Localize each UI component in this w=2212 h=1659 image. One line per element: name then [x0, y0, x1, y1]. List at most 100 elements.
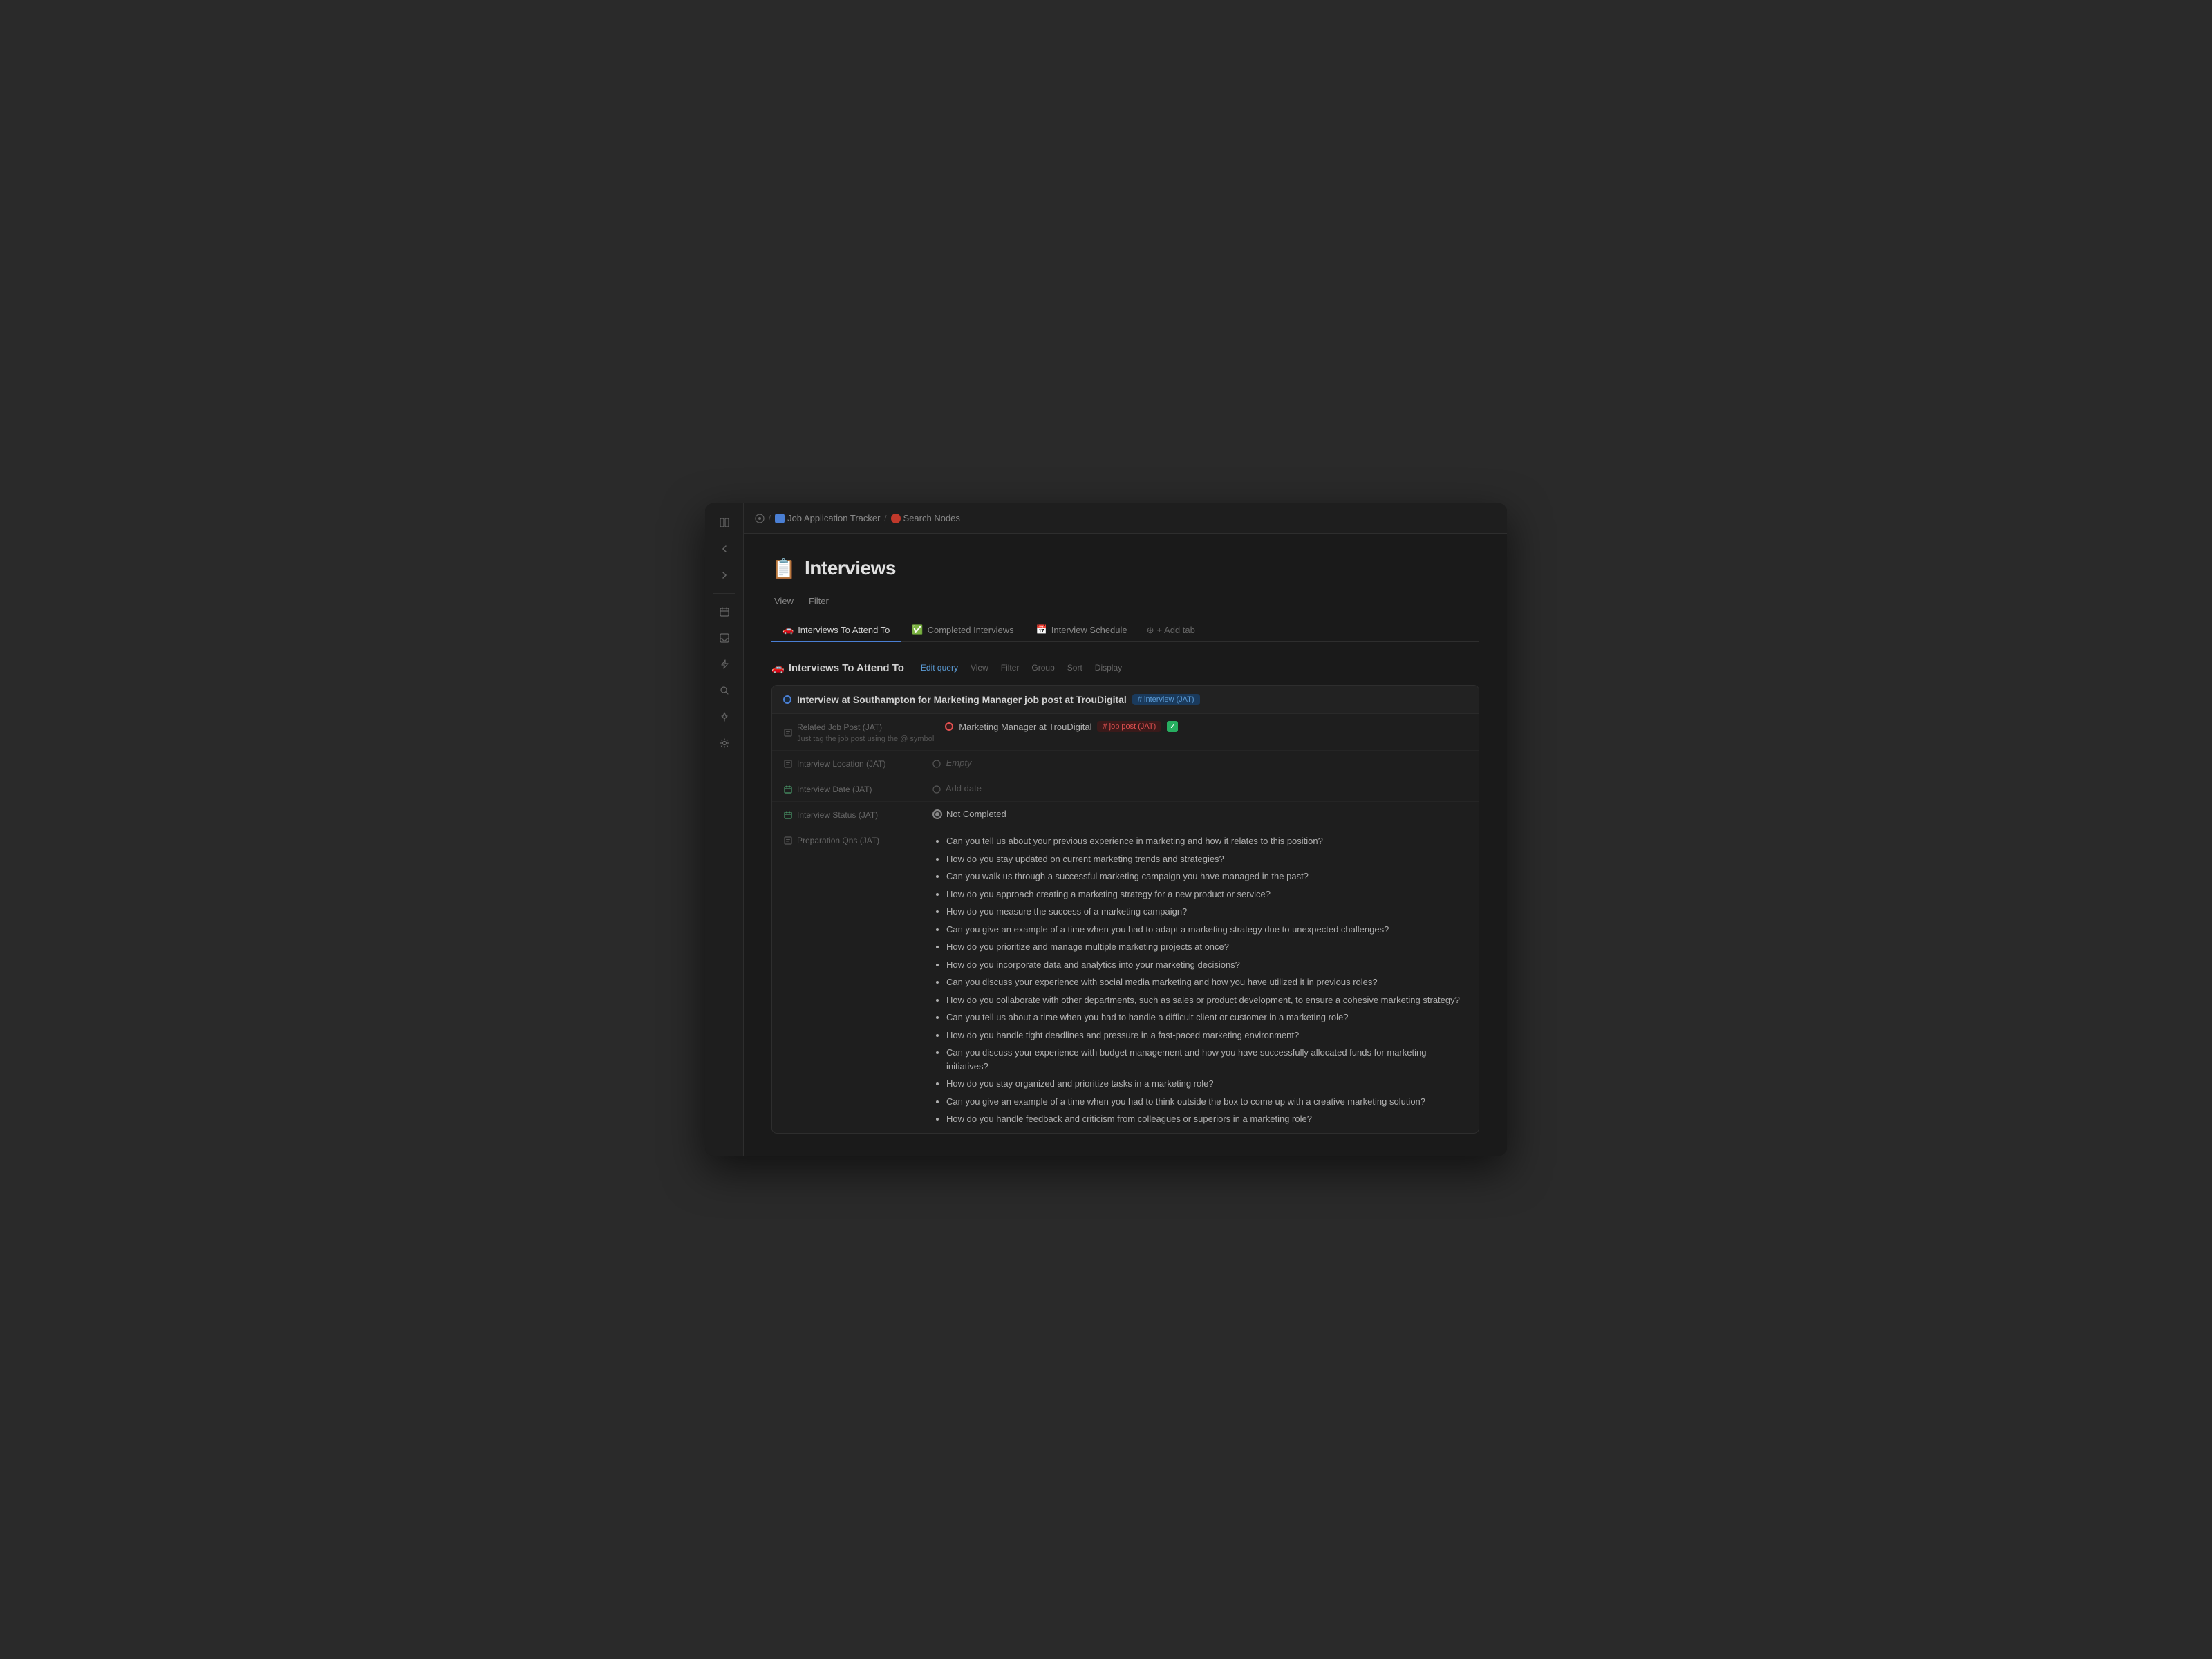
question-12: How do you handle tight deadlines and pr… [946, 1029, 1468, 1042]
property-interview-date: Interview Date (JAT) Add date [772, 776, 1479, 802]
interview-date-add: Add date [932, 783, 982, 794]
filter-button[interactable]: Filter [806, 594, 832, 608]
not-completed-circle-inner [935, 812, 939, 816]
question-6: Can you give an example of a time when y… [946, 923, 1468, 937]
preparation-qns-label: Preparation Qns (JAT) [783, 834, 921, 845]
breadcrumb-tracker-label: Job Application Tracker [787, 513, 880, 523]
interview-location-value[interactable]: Empty [932, 758, 1468, 768]
page-icon: 📋 [771, 556, 796, 581]
filter-action-button[interactable]: Filter [997, 662, 1024, 674]
property-icon-prep [783, 836, 793, 845]
breadcrumb-tracker[interactable]: Job Application Tracker [775, 513, 880, 523]
interview-status-label: Interview Status (JAT) [783, 809, 921, 820]
breadcrumb-nodes[interactable]: Search Nodes [891, 513, 960, 523]
breadcrumb-home[interactable] [755, 514, 765, 523]
property-preparation-qns: Preparation Qns (JAT) Can you tell us ab… [772, 827, 1479, 1133]
tab-icon-attend: 🚗 [782, 624, 794, 635]
question-4: How do you approach creating a marketing… [946, 888, 1468, 901]
interview-location-empty: Empty [932, 758, 971, 768]
related-job-post-label-text: Related Job Post (JAT) [797, 722, 934, 732]
question-3: Can you walk us through a successful mar… [946, 870, 1468, 883]
tab-add-button[interactable]: ⊕ + Add tab [1138, 619, 1203, 641]
sort-action-button[interactable]: Sort [1063, 662, 1087, 674]
pin-icon[interactable] [713, 706, 735, 728]
tab-completed-interviews[interactable]: ✅ Completed Interviews [901, 619, 1024, 642]
search-icon[interactable] [713, 679, 735, 702]
page-header: 📋 Interviews [771, 556, 1479, 581]
tab-interview-schedule[interactable]: 📅 Interview Schedule [1025, 619, 1138, 642]
property-icon-location [783, 759, 793, 769]
group-action-button[interactable]: Group [1027, 662, 1058, 674]
question-5: How do you measure the success of a mark… [946, 905, 1468, 919]
add-tab-label: + Add tab [1157, 625, 1195, 635]
property-interview-location: Interview Location (JAT) Empty [772, 751, 1479, 776]
add-tab-icon: ⊕ [1147, 625, 1154, 636]
job-status-dot [945, 722, 953, 731]
view-action-button[interactable]: View [966, 662, 993, 674]
breadcrumb-sep-1: / [769, 514, 771, 523]
not-completed-circle [932, 809, 942, 819]
question-8: How do you incorporate data and analytic… [946, 958, 1468, 972]
question-15: Can you give an example of a time when y… [946, 1095, 1468, 1109]
question-7: How do you prioritize and manage multipl… [946, 940, 1468, 954]
interview-date-value[interactable]: Add date [932, 783, 1468, 794]
related-job-post-content: Marketing Manager at TrouDigital # job p… [945, 721, 1468, 732]
section-title-text: Interviews To Attend To [789, 662, 904, 674]
interview-card-header[interactable]: Interview at Southampton for Marketing M… [772, 686, 1479, 714]
question-11: Can you tell us about a time when you ha… [946, 1011, 1468, 1024]
related-job-post-hint: Just tag the job post using the @ symbol [797, 735, 934, 743]
calendar-icon[interactable] [713, 601, 735, 623]
property-icon-status [783, 810, 793, 820]
preparation-qns-value: Can you tell us about your previous expe… [932, 834, 1468, 1126]
tab-icon-completed: ✅ [912, 624, 923, 635]
interview-status-value[interactable]: Not Completed [932, 809, 1468, 819]
forward-icon[interactable] [713, 564, 735, 586]
interview-location-label-text: Interview Location (JAT) [797, 759, 886, 769]
tab-label-completed: Completed Interviews [928, 625, 1014, 635]
job-checkmark-icon: ✓ [1167, 721, 1178, 732]
breadcrumb-nodes-label: Search Nodes [903, 513, 960, 523]
question-13: Can you discuss your experience with bud… [946, 1046, 1468, 1073]
content-area: 📋 Interviews View Filter 🚗 Interviews To… [744, 534, 1507, 1156]
tabs-bar: 🚗 Interviews To Attend To ✅ Completed In… [771, 619, 1479, 642]
preparation-qns-label-text: Preparation Qns (JAT) [797, 836, 879, 845]
inbox-icon[interactable] [713, 627, 735, 649]
interview-location-label: Interview Location (JAT) [783, 758, 921, 769]
view-button[interactable]: View [771, 594, 796, 608]
job-tag: # job post (JAT) [1097, 721, 1161, 732]
interview-date-label-text: Interview Date (JAT) [797, 785, 872, 794]
tab-label-attend: Interviews To Attend To [798, 625, 890, 635]
property-icon-job [783, 728, 793, 738]
page-title: Interviews [805, 557, 896, 579]
section-actions: Edit query View Filter Group Sort Displa… [917, 662, 1126, 674]
breadcrumb: / Job Application Tracker / Search Nodes [755, 513, 960, 523]
tracker-icon [775, 514, 785, 523]
status-dot [783, 695, 791, 704]
not-completed-text: Not Completed [946, 809, 1006, 819]
tab-interviews-to-attend[interactable]: 🚗 Interviews To Attend To [771, 619, 901, 642]
settings-icon[interactable] [713, 732, 735, 754]
related-job-post-value[interactable]: Marketing Manager at TrouDigital # job p… [945, 721, 1468, 732]
interview-card: Interview at Southampton for Marketing M… [771, 685, 1479, 1134]
section-header: 🚗 Interviews To Attend To Edit query Vie… [771, 662, 1479, 674]
edit-query-button[interactable]: Edit query [917, 662, 962, 674]
property-interview-status: Interview Status (JAT) Not Completed [772, 802, 1479, 827]
sidebar-toggle-icon[interactable] [713, 512, 735, 534]
back-icon[interactable] [713, 538, 735, 560]
question-9: Can you discuss your experience with soc… [946, 975, 1468, 989]
section-title: 🚗 Interviews To Attend To [771, 662, 904, 674]
question-10: How do you collaborate with other depart… [946, 993, 1468, 1007]
lightning-icon[interactable] [713, 653, 735, 675]
nodes-icon [891, 514, 901, 523]
property-icon-date [783, 785, 793, 794]
interview-date-label: Interview Date (JAT) [783, 783, 921, 794]
question-14: How do you stay organized and prioritize… [946, 1077, 1468, 1091]
display-action-button[interactable]: Display [1091, 662, 1126, 674]
question-1: Can you tell us about your previous expe… [946, 834, 1468, 848]
interview-title: Interview at Southampton for Marketing M… [797, 694, 1127, 705]
properties-list: Related Job Post (JAT) Just tag the job … [772, 714, 1479, 1133]
titlebar: / Job Application Tracker / Search Nodes [744, 503, 1507, 534]
job-title: Marketing Manager at TrouDigital [959, 722, 1091, 732]
questions-list: Can you tell us about your previous expe… [932, 834, 1468, 1126]
section-icon: 🚗 [771, 662, 785, 674]
